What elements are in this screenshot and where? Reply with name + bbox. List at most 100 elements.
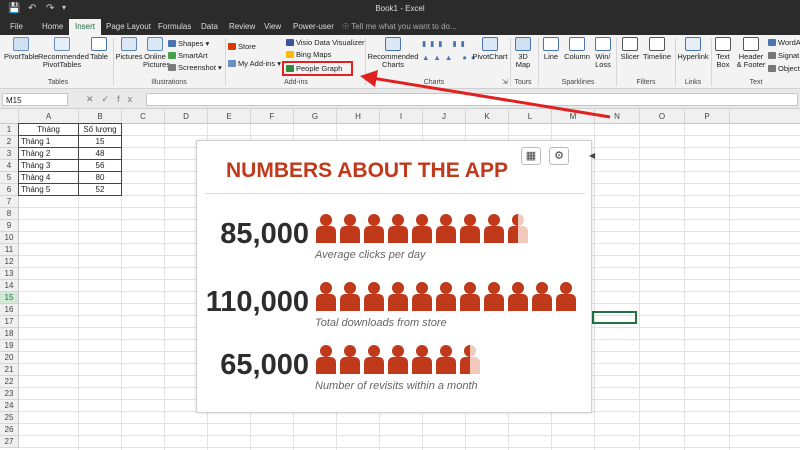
tell-me-box[interactable]: ☉ Tell me what you want to do... — [342, 22, 457, 31]
settings-button[interactable]: ⚙ — [549, 147, 569, 165]
table-cell-quantity[interactable]: 52 — [78, 183, 122, 196]
sparkline-column-button[interactable]: Column — [563, 37, 591, 61]
column-header-f[interactable]: F — [251, 109, 294, 124]
column-header-n[interactable]: N — [595, 109, 640, 124]
row-header-17[interactable]: 17 — [0, 316, 19, 328]
column-header-b[interactable]: B — [79, 109, 122, 124]
row-header-8[interactable]: 8 — [0, 208, 19, 220]
slicer-button[interactable]: Slicer — [618, 37, 642, 61]
row-header-7[interactable]: 7 — [0, 196, 19, 208]
column-header-p[interactable]: P — [685, 109, 730, 124]
charts-dialog-launcher-icon[interactable]: ⇲ — [502, 78, 508, 86]
timeline-button[interactable]: Timeline — [642, 37, 672, 61]
row-header-18[interactable]: 18 — [0, 328, 19, 340]
row-header-21[interactable]: 21 — [0, 364, 19, 376]
row-header-2[interactable]: 2 — [0, 136, 19, 148]
column-header-i[interactable]: I — [380, 109, 423, 124]
row-header-14[interactable]: 14 — [0, 280, 19, 292]
shapes-button[interactable]: Shapes ▾ — [168, 39, 209, 48]
column-header-l[interactable]: L — [509, 109, 552, 124]
enter-icon[interactable]: ✓ — [102, 94, 118, 104]
column-header-m[interactable]: M — [552, 109, 595, 124]
row-header-27[interactable]: 27 — [0, 436, 19, 448]
tab-formulas[interactable]: Formulas — [158, 22, 191, 31]
row-header-24[interactable]: 24 — [0, 400, 19, 412]
row-header-25[interactable]: 25 — [0, 412, 19, 424]
row-header-23[interactable]: 23 — [0, 388, 19, 400]
selected-cell[interactable] — [592, 311, 637, 324]
row-header-3[interactable]: 3 — [0, 148, 19, 160]
row-header-6[interactable]: 6 — [0, 184, 19, 196]
tab-file[interactable]: File — [10, 22, 23, 31]
row-header-9[interactable]: 9 — [0, 220, 19, 232]
tab-home[interactable]: Home — [42, 22, 63, 31]
pivotchart-button[interactable]: PivotChart — [472, 37, 508, 61]
pictures-button[interactable]: Pictures — [115, 37, 143, 61]
name-box[interactable]: M15 — [2, 93, 68, 106]
row-header-11[interactable]: 11 — [0, 244, 19, 256]
ribbon-separator — [225, 38, 226, 86]
header-footer-button[interactable]: Header & Footer — [735, 37, 767, 69]
smartart-button[interactable]: SmartArt — [168, 51, 208, 60]
data-button[interactable]: ▦ — [521, 147, 541, 165]
cancel-icon[interactable]: ✕ — [86, 94, 102, 104]
tab-view[interactable]: View — [264, 22, 281, 31]
sparkline-winloss-button[interactable]: Win/ Loss — [592, 37, 614, 69]
column-header-d[interactable]: D — [165, 109, 208, 124]
row-header-13[interactable]: 13 — [0, 268, 19, 280]
signature-button[interactable]: Signat — [768, 51, 799, 60]
3d-map-button[interactable]: 3D Map — [512, 37, 534, 69]
column-header-k[interactable]: K — [466, 109, 509, 124]
table-button[interactable]: Table — [88, 37, 110, 61]
row-header-4[interactable]: 4 — [0, 160, 19, 172]
chart-type-icons[interactable]: ▮▮▮ ▮▮ — [422, 39, 469, 48]
online-pictures-button[interactable]: Online Pictures — [143, 37, 170, 69]
chart-type-icons[interactable]: ▲▲▲ ●● — [422, 53, 479, 62]
column-header-j[interactable]: J — [423, 109, 466, 124]
row-header-12[interactable]: 12 — [0, 256, 19, 268]
tab-insert[interactable]: Insert — [69, 19, 102, 35]
text-box-icon — [715, 37, 731, 51]
collapse-icon[interactable]: ◀ — [589, 151, 595, 160]
object-button[interactable]: Object — [768, 64, 800, 73]
formula-input[interactable] — [146, 93, 798, 106]
tab-data[interactable]: Data — [201, 22, 218, 31]
table-cell-month[interactable]: Tháng 5 — [18, 183, 79, 196]
column-header-c[interactable]: C — [122, 109, 165, 124]
column-header-h[interactable]: H — [337, 109, 380, 124]
recommended-pivottables-button[interactable]: Recommended PivotTables — [38, 37, 89, 69]
column-header-e[interactable]: E — [208, 109, 251, 124]
recommended-charts-button[interactable]: Recommended Charts — [367, 37, 419, 69]
select-all-corner[interactable] — [0, 109, 19, 124]
person-icons — [315, 344, 585, 378]
wordart-button[interactable]: WordArt — [768, 38, 800, 47]
row-header-19[interactable]: 19 — [0, 340, 19, 352]
row-header-20[interactable]: 20 — [0, 352, 19, 364]
row-header-16[interactable]: 16 — [0, 304, 19, 316]
column-header-o[interactable]: O — [640, 109, 685, 124]
row-header-10[interactable]: 10 — [0, 232, 19, 244]
my-addins-button[interactable]: My Add-ins ▾ — [228, 59, 281, 68]
tab-page-layout[interactable]: Page Layout — [106, 22, 151, 31]
row-header-22[interactable]: 22 — [0, 376, 19, 388]
column-header-a[interactable]: A — [19, 109, 79, 124]
hyperlink-button[interactable]: Hyperlink — [676, 37, 710, 61]
visio-data-visualizer-button[interactable]: Visio Data Visualizer — [286, 38, 365, 47]
bing-maps-button[interactable]: Bing Maps — [286, 50, 331, 59]
people-graph[interactable]: NUMBERS ABOUT THE APP ▦ ⚙ ◀ 85,000 Averag… — [196, 140, 595, 413]
function-icon[interactable]: fx — [117, 94, 140, 104]
row-header-1[interactable]: 1 — [0, 124, 19, 136]
store-button[interactable]: Store — [228, 42, 256, 51]
tab-review[interactable]: Review — [229, 22, 255, 31]
tab-power-user[interactable]: Power-user — [293, 22, 334, 31]
sparkline-line-button[interactable]: Line — [540, 37, 562, 61]
row-header-26[interactable]: 26 — [0, 424, 19, 436]
screenshot-icon — [168, 64, 176, 71]
text-box-button[interactable]: Text Box — [712, 37, 734, 69]
pivottable-button[interactable]: PivotTable — [4, 37, 39, 61]
row-header-5[interactable]: 5 — [0, 172, 19, 184]
row-header-15[interactable]: 15 — [0, 292, 19, 304]
column-header-g[interactable]: G — [294, 109, 337, 124]
screenshot-button[interactable]: Screenshot ▾ — [168, 63, 222, 72]
object-icon — [768, 65, 776, 72]
